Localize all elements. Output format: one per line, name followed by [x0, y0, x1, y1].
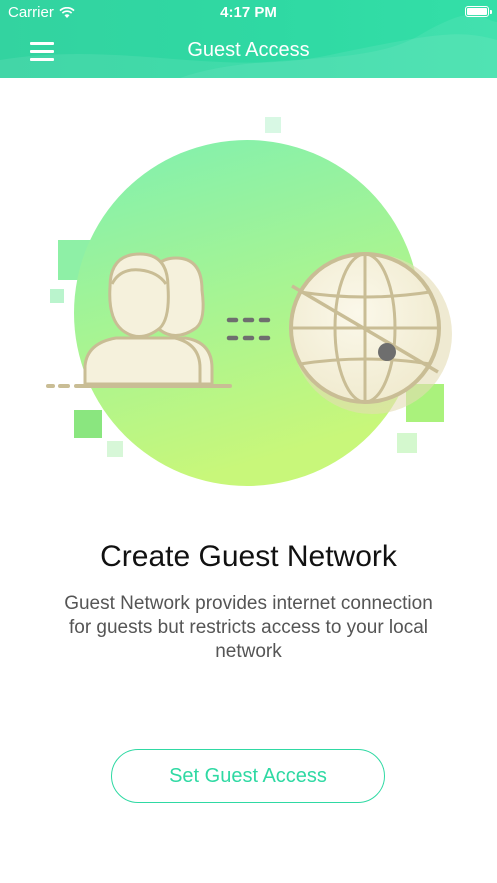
screen: Carrier 4:17 PM Guest Access Create Gues… [0, 0, 497, 883]
navigation-bar: Guest Access [0, 26, 497, 78]
page-title: Guest Access [187, 39, 310, 61]
status-bar: Carrier 4:17 PM [0, 0, 497, 26]
app-header: Carrier 4:17 PM Guest Access [0, 0, 497, 78]
headline: Create Guest Network [100, 540, 397, 573]
status-time: 4:17 PM [220, 4, 277, 21]
description-text: Guest Network provides internet connecti… [64, 593, 433, 662]
globe-icon [289, 252, 452, 414]
guest-network-illustration [46, 117, 452, 486]
battery-icon [465, 6, 492, 17]
set-guest-access-button[interactable]: Set Guest Access [111, 749, 385, 803]
